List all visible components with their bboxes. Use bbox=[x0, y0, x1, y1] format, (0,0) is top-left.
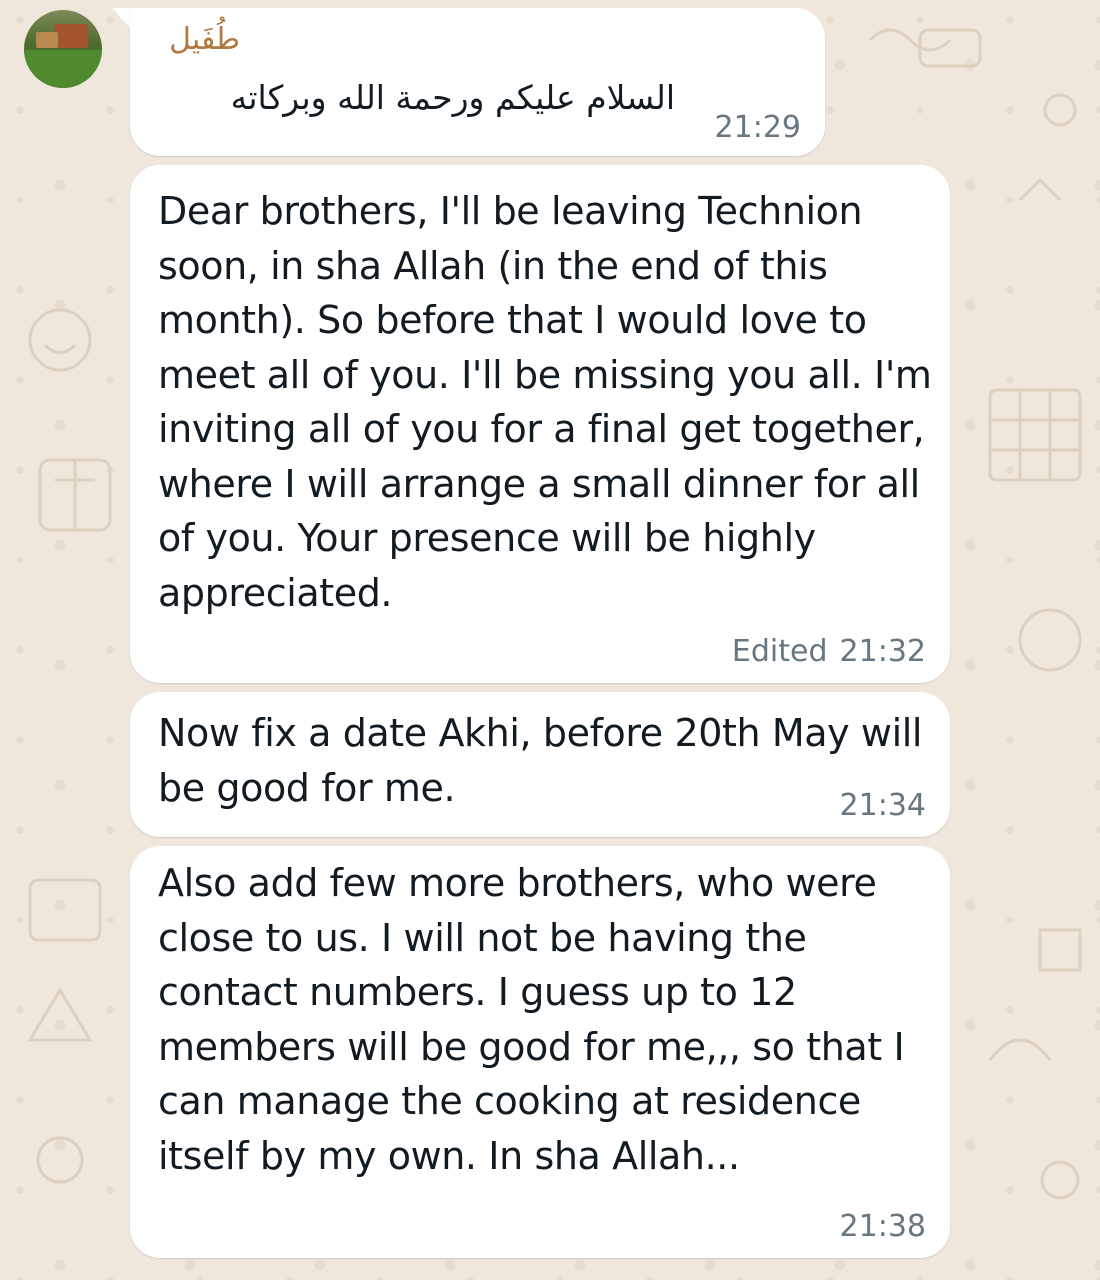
message-bubble-2[interactable]: Dear brothers, I'll be leaving Technion … bbox=[130, 165, 950, 683]
message-text-2: Dear brothers, I'll be leaving Technion … bbox=[158, 189, 932, 615]
bubble-tail bbox=[112, 8, 132, 30]
avatar-image-hut bbox=[54, 24, 88, 48]
sender-name[interactable]: طُفَيل bbox=[169, 22, 240, 57]
message-text-1: السلام عليكم ورحمة الله وبركاته bbox=[230, 78, 675, 117]
avatar-image-hut-small bbox=[36, 32, 58, 48]
message-time-4: 21:38 bbox=[839, 1209, 926, 1244]
message-time-1: 21:29 bbox=[714, 110, 801, 145]
message-text-3: Now fix a date Akhi, before 20th May wil… bbox=[158, 711, 923, 810]
message-text-4: Also add few more brothers, who were clo… bbox=[158, 861, 905, 1178]
message-meta-3: 21:34 bbox=[840, 788, 926, 823]
avatar-image-lawn bbox=[24, 50, 102, 88]
avatar[interactable] bbox=[24, 10, 102, 88]
edited-label: Edited bbox=[731, 634, 828, 669]
message-bubble-1[interactable]: طُفَيل السلام عليكم ورحمة الله وبركاته 2… bbox=[130, 8, 825, 156]
message-bubble-3[interactable]: Now fix a date Akhi, before 20th May wil… bbox=[130, 692, 950, 837]
message-bubble-4[interactable]: Also add few more brothers, who were clo… bbox=[130, 846, 950, 1258]
message-time-3: 21:34 bbox=[839, 788, 926, 823]
message-meta-2: Edited 21:32 bbox=[732, 634, 926, 669]
message-time-2: 21:32 bbox=[839, 634, 926, 669]
message-meta-4: 21:38 bbox=[840, 1209, 926, 1244]
